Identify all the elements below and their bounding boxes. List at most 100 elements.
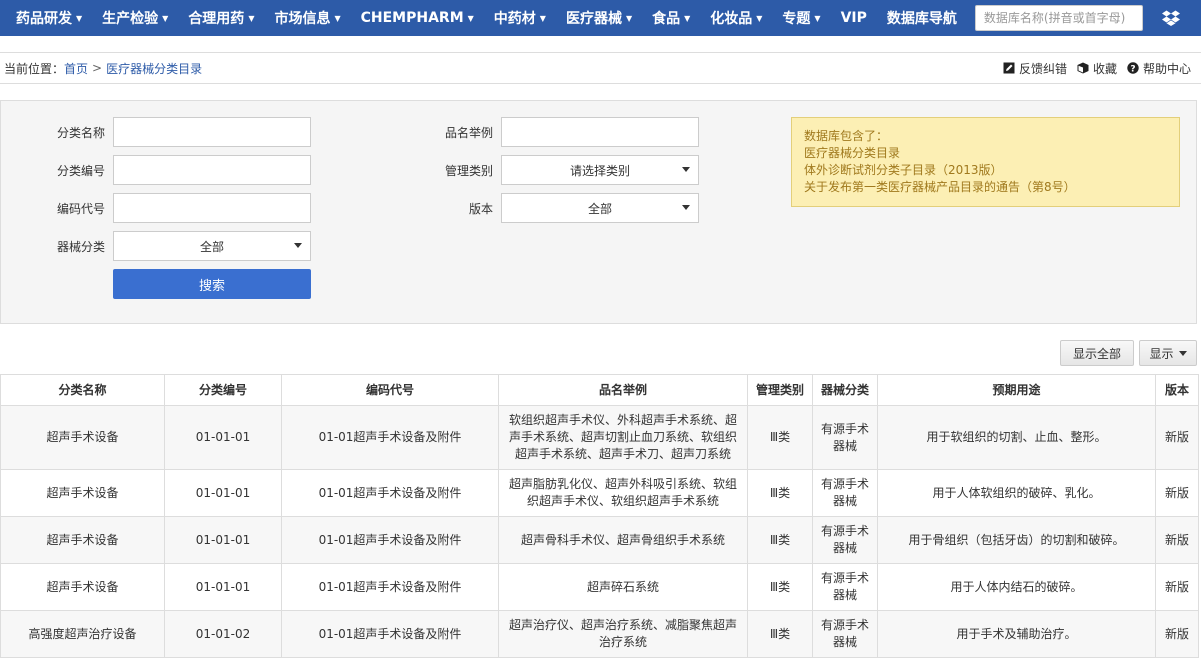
nav-item[interactable]: 专题 ▼ [772,0,830,36]
nav-item[interactable]: 合理用药 ▼ [178,0,264,36]
table-cell: 用于软组织的切割、止血、整形。 [877,405,1156,470]
column-header[interactable]: 品名举例 [498,374,748,406]
nav-item[interactable]: 药品研发 ▼ [6,0,92,36]
mgmt-class-row: 管理类别 请选择类别 [397,155,699,185]
code-input[interactable] [113,193,311,223]
table-cell: 超声脂肪乳化仪、超声外科吸引系统、软组织超声手术仪、软组织超声手术系统 [498,469,748,517]
favorite-label: 收藏 [1092,61,1117,76]
nav-item[interactable]: VIP [831,0,877,36]
table-cell: 01-01超声手术设备及附件 [281,469,499,517]
svg-text:?: ? [1130,64,1135,74]
table-cell: 01-01-01 [164,405,282,470]
caret-down-icon: ▼ [467,13,474,23]
table-row[interactable]: 超声手术设备 01-01-01 01-01超声手术设备及附件 软组织超声手术仪、外科超… [0,405,1199,470]
search-button[interactable]: 搜索 [113,269,311,299]
mgmt-class-select[interactable]: 请选择类别 [501,155,699,185]
product-example-row: 品名举例 [397,117,699,147]
table-cell: 新版 [1155,516,1199,564]
table-row[interactable]: 超声手术设备 01-01-01 01-01超声手术设备及附件 超声碎石系统 Ⅲ类 有源手术… [0,563,1199,611]
version-value: 全部 [587,201,612,216]
display-label: 显示 [1149,346,1174,361]
search-panel: 分类名称 分类编号 编码代号 器械分类 全部 搜索 品名举例 管理类别 请选择类… [0,100,1197,324]
show-all-label: 显示全部 [1072,346,1121,361]
nav-item[interactable]: 化妆品 ▼ [700,0,772,36]
display-dropdown-button[interactable]: 显示 [1139,340,1197,366]
table-row[interactable]: 超声手术设备 01-01-01 01-01超声手术设备及附件 超声骨科手术仪、超声骨组… [0,516,1199,564]
table-cell: 超声手术设备 [0,563,165,611]
table-cell: 01-01超声手术设备及附件 [281,516,499,564]
caret-down-icon: ▼ [814,13,821,23]
table-cell: 新版 [1155,469,1199,517]
results-table: 分类名称 分类编号 编码代号 品名举例 管理类别 器械分类 预期用途 版本 超声手术设备 01-… [0,374,1199,658]
top-nav: 药品研发 ▼ 生产检验 ▼ 合理用药 ▼ 市场信息 ▼ CHEMPHARM ▼ 中药材 ▼ 医疗器械 ▼ 食… [0,0,1201,36]
feedback-button[interactable]: 反馈纠错 [1003,60,1067,77]
column-header[interactable]: 版本 [1155,374,1199,406]
nav-item-label: 专题 [782,11,811,27]
table-row[interactable]: 高强度超声治疗设备 01-01-02 01-01超声手术设备及附件 超声治疗仪、超声治… [0,610,1199,658]
caret-down-icon: ▼ [162,13,169,23]
breadcrumb: 当前位置： 首页 > 医疗器械分类目录 反馈纠错 收藏 ? 帮助中心 [0,52,1201,84]
mgmt-class-value: 请选择类别 [569,163,630,178]
nav-item-label: 生产检验 [102,11,159,27]
column-header[interactable]: 分类名称 [0,374,165,406]
table-cell: 01-01超声手术设备及附件 [281,610,499,658]
caret-down-icon: ▼ [248,13,255,23]
version-select[interactable]: 全部 [501,193,699,223]
nav-item[interactable]: 生产检验 ▼ [92,0,178,36]
nav-item-label: 药品研发 [16,11,72,27]
table-cell: 新版 [1155,610,1199,658]
table-cell: 软组织超声手术仪、外科超声手术系统、超声手术系统、超声切割止血刀系统、软组织超声… [498,405,748,470]
caret-down-icon: ▼ [756,13,763,23]
database-notice: 数据库包含了： 医疗器械分类目录 体外诊断试剂分类子目录（2013版） 关于发布… [791,117,1180,207]
breadcrumb-home-link[interactable]: 首页 [64,60,88,77]
nav-item-label: 数据库导航 [886,11,957,27]
table-cell: 超声手术设备 [0,469,165,517]
nav-item[interactable]: 数据库导航 [877,0,967,36]
database-search-input[interactable] [974,5,1143,31]
column-header[interactable]: 编码代号 [281,374,499,406]
column-header[interactable]: 分类编号 [164,374,282,406]
table-cell: Ⅲ类 [747,405,813,470]
cube-icon [1077,62,1089,74]
column-header[interactable]: 管理类别 [747,374,813,406]
device-class-select[interactable]: 全部 [113,231,311,261]
table-cell: 用于人体内结石的破碎。 [877,563,1156,611]
nav-item-label: 中药材 [493,11,536,27]
table-cell: 用于手术及辅助治疗。 [877,610,1156,658]
device-class-label: 器械分类 [56,239,105,254]
column-header[interactable]: 预期用途 [877,374,1156,406]
show-all-button[interactable]: 显示全部 [1060,340,1134,366]
device-class-row: 器械分类 全部 [9,231,311,261]
help-button[interactable]: ? 帮助中心 [1127,60,1191,77]
table-cell: Ⅲ类 [747,610,813,658]
table-cell: 有源手术器械 [812,405,878,470]
nav-item[interactable]: 市场信息 ▼ [264,0,350,36]
nav-item[interactable]: 中药材 ▼ [484,0,556,36]
table-cell: 01-01-01 [164,516,282,564]
help-icon: ? [1127,62,1139,74]
column-header[interactable]: 器械分类 [812,374,878,406]
table-body: 超声手术设备 01-01-01 01-01超声手术设备及附件 软组织超声手术仪、外科超… [0,405,1199,658]
caret-down-icon: ▼ [625,13,633,23]
caret-down-icon [294,243,302,248]
table-cell: 有源手术器械 [812,516,878,564]
breadcrumb-label: 当前位置： [4,61,65,76]
table-cell: 用于人体软组织的破碎、乳化。 [877,469,1156,517]
favorite-button[interactable]: 收藏 [1077,60,1117,77]
nav-item-label: 化妆品 [710,11,753,27]
nav-item-label: VIP [840,10,867,26]
category-code-label: 分类编号 [56,163,105,178]
category-name-row: 分类名称 [9,117,311,147]
table-row[interactable]: 超声手术设备 01-01-01 01-01超声手术设备及附件 超声脂肪乳化仪、超声外科… [0,469,1199,517]
nav-item[interactable]: 医疗器械 ▼ [556,0,642,36]
breadcrumb-current-link[interactable]: 医疗器械分类目录 [106,60,202,77]
category-name-input[interactable] [113,117,311,147]
table-cell: 01-01超声手术设备及附件 [281,563,499,611]
dropbox-icon[interactable] [1161,8,1181,28]
product-example-input[interactable] [501,117,699,147]
table-header-row: 分类名称 分类编号 编码代号 品名举例 管理类别 器械分类 预期用途 版本 [0,374,1199,406]
nav-item[interactable]: 食品 ▼ [642,0,700,36]
category-code-input[interactable] [113,155,311,185]
nav-item[interactable]: CHEMPHARM ▼ [351,0,484,36]
table-cell: 新版 [1155,563,1199,611]
